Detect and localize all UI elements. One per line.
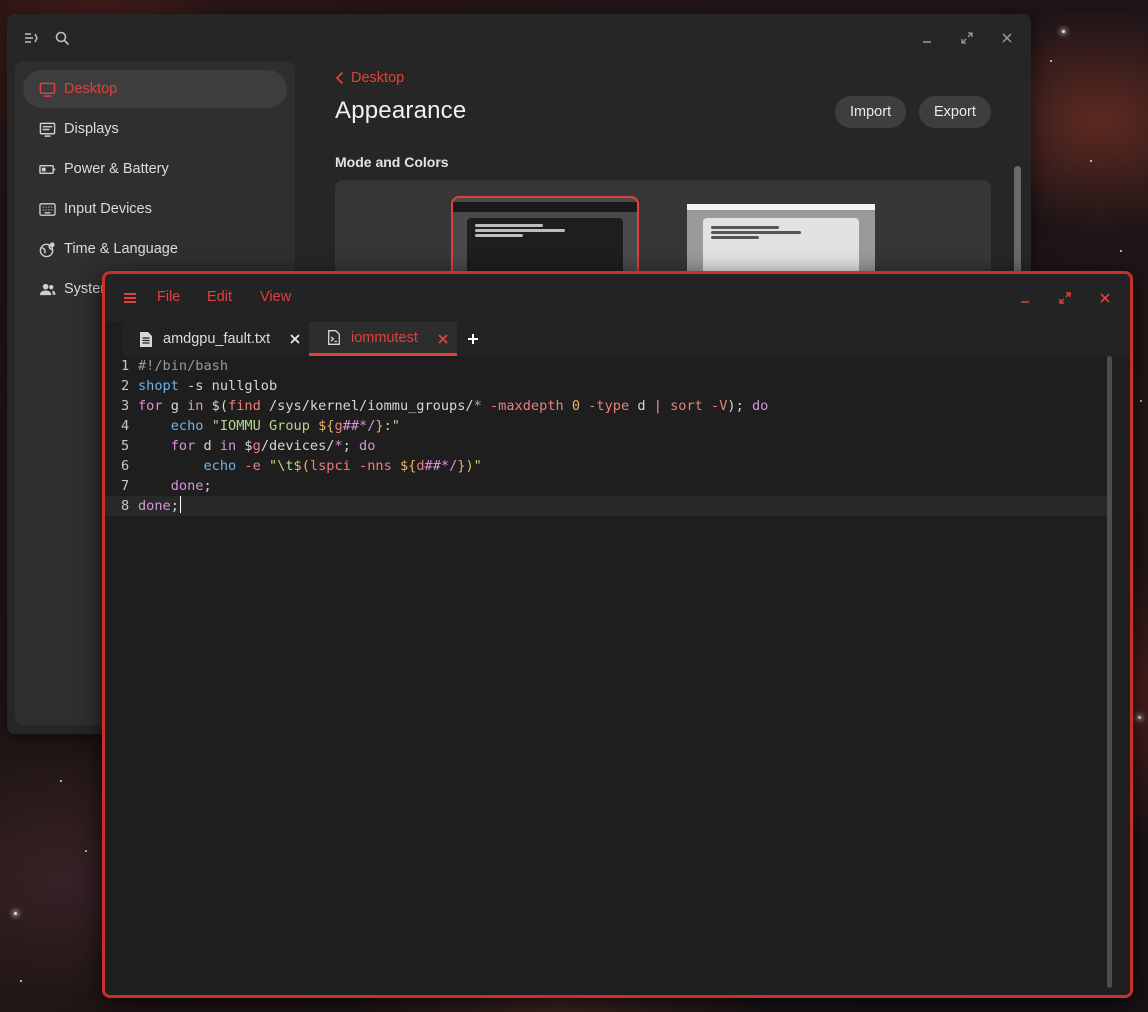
section-title: Mode and Colors (335, 154, 449, 170)
sidebar-item-power-battery[interactable]: Power & Battery (23, 150, 287, 188)
search-icon[interactable] (54, 30, 70, 46)
script-file-icon (327, 330, 341, 346)
code-text: for g in $(find /sys/kernel/iommu_groups… (138, 398, 769, 414)
sidebar-item-input-devices[interactable]: Input Devices (23, 190, 287, 228)
page-title: Appearance (335, 97, 467, 124)
tab-amdgpu-fault[interactable]: amdgpu_fault.txt (123, 322, 309, 356)
new-tab-icon[interactable] (465, 331, 481, 347)
maximize-icon[interactable] (959, 30, 975, 46)
sidebar-item-label: Time & Language (64, 241, 178, 257)
sidebar-item-label: Power & Battery (64, 161, 169, 177)
close-tab-icon[interactable] (437, 333, 449, 345)
import-button[interactable]: Import (835, 96, 907, 128)
keyboard-icon (38, 200, 56, 218)
globe-icon (38, 240, 56, 258)
editor-scrollbar[interactable] (1107, 356, 1112, 988)
code-editor[interactable]: 1 #!/bin/bash 2 shopt -s nullglob 3 for g in … (105, 356, 1130, 995)
hamburger-menu-icon[interactable] (123, 291, 137, 305)
code-line[interactable]: 1 #!/bin/bash (105, 356, 1107, 376)
maximize-icon[interactable] (1057, 290, 1073, 306)
close-tab-icon[interactable] (289, 333, 301, 345)
code-text: for d in $g/devices/*; do (170, 438, 376, 454)
chevron-left-icon (335, 71, 344, 85)
text-file-icon (139, 331, 153, 347)
code-text: echo -e "\t$(lspci -nns ${d##*/})" (203, 458, 482, 474)
minimize-icon[interactable] (919, 30, 935, 46)
editor-tab-bar: amdgpu_fault.txt iommutest (123, 322, 1130, 356)
code-line[interactable]: 7 done; (105, 476, 1107, 496)
preview-titlebar (687, 204, 875, 210)
line-number: 6 (121, 458, 130, 474)
line-number: 3 (121, 398, 130, 414)
close-icon[interactable] (1097, 290, 1113, 306)
line-number: 4 (121, 418, 130, 434)
minimize-icon[interactable] (1017, 290, 1033, 306)
code-text: #!/bin/bash (138, 358, 229, 374)
code-line[interactable]: 2 shopt -s nullglob (105, 376, 1107, 396)
sidebar-item-label: Displays (64, 121, 119, 137)
code-line[interactable]: 4 echo "IOMMU Group ${g##*/}:" (105, 416, 1107, 436)
sidebar-item-displays[interactable]: Displays (23, 110, 287, 148)
battery-icon (38, 160, 56, 178)
settings-headerbar (7, 14, 1031, 62)
menu-view[interactable]: View (260, 289, 291, 305)
tab-label: iommutest (351, 329, 418, 346)
code-line[interactable]: 3 for g in $(find /sys/kernel/iommu_group… (105, 396, 1107, 416)
sidebar-toggle-icon[interactable] (23, 30, 39, 46)
code-line[interactable]: 6 echo -e "\t$(lspci -nns ${d##*/})" (105, 456, 1107, 476)
code-text: shopt -s nullglob (138, 378, 278, 394)
line-number: 8 (121, 498, 130, 514)
breadcrumb: Desktop (351, 70, 405, 86)
users-icon (38, 280, 56, 298)
tab-label: amdgpu_fault.txt (163, 331, 271, 347)
close-icon[interactable] (999, 30, 1015, 46)
menu-edit[interactable]: Edit (207, 289, 232, 305)
line-number: 7 (121, 478, 130, 494)
sidebar-item-desktop[interactable]: Desktop (23, 70, 287, 108)
code-line[interactable]: 5 for d in $g/devices/*; do (105, 436, 1107, 456)
line-number: 5 (121, 438, 130, 454)
text-editor-window: File Edit View amdgpu_fault.txt iommutes… (102, 271, 1133, 998)
preview-titlebar (453, 202, 637, 212)
code-text: done; (138, 496, 181, 514)
sidebar-item-time-language[interactable]: Time & Language (23, 230, 287, 268)
line-number: 1 (121, 358, 130, 374)
monitor-icon (38, 80, 56, 98)
sidebar-item-label: Desktop (64, 81, 118, 97)
editor-headerbar: File Edit View (105, 274, 1130, 322)
code-text: echo "IOMMU Group ${g##*/}:" (170, 418, 400, 434)
back-link[interactable]: Desktop (335, 70, 404, 86)
code-line[interactable]: 8 done; (105, 496, 1107, 516)
menu-file[interactable]: File (157, 289, 180, 305)
line-number: 2 (121, 378, 130, 394)
tab-iommutest[interactable]: iommutest (309, 322, 457, 356)
code-text: done; (170, 478, 212, 494)
text-cursor (179, 496, 181, 513)
display-icon (38, 120, 56, 138)
sidebar-item-label: Input Devices (64, 201, 152, 217)
export-button[interactable]: Export (919, 96, 991, 128)
